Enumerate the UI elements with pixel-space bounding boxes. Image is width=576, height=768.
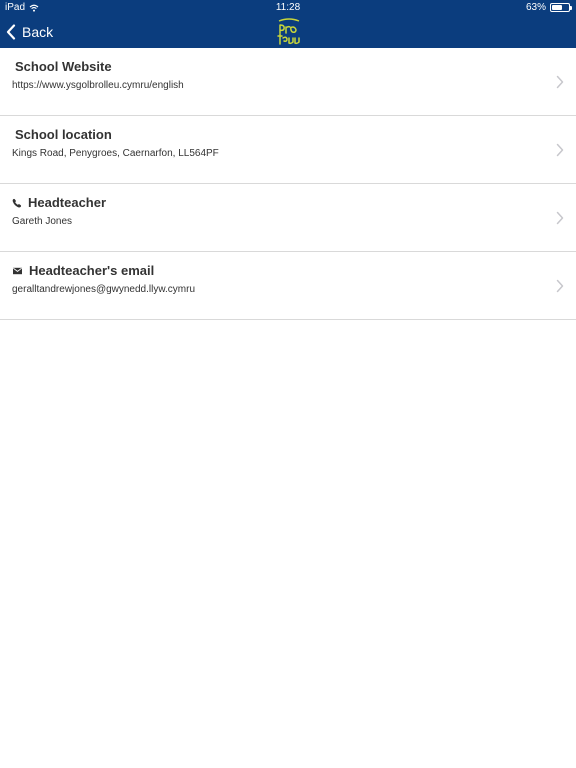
row-title: Headteacher's email — [29, 263, 155, 278]
row-title-line: School location — [12, 127, 112, 142]
row-title: School location — [15, 127, 112, 142]
row-value: Gareth Jones — [12, 216, 73, 227]
battery-percent: 63% — [525, 2, 546, 13]
row-value: geralltandrewjones@gwynedd.llyw.cymru — [12, 284, 196, 295]
back-label: Back — [22, 24, 54, 40]
row-value: Kings Road, Penygroes, Caernarfon, LL564… — [12, 148, 219, 159]
chevron-right-icon — [556, 75, 564, 89]
battery-icon — [550, 3, 572, 12]
row-value: https://www.ysgolbrolleu.cymru/english — [12, 80, 184, 91]
status-right: 63% — [525, 2, 572, 13]
chevron-right-icon — [556, 211, 564, 225]
row-title-line: School Website — [12, 59, 112, 74]
battery-fill — [552, 5, 563, 10]
school-crest-logo — [274, 17, 304, 47]
back-button[interactable]: Back — [6, 20, 53, 44]
list-item-headteacher[interactable]: Headteacher Gareth Jones — [0, 184, 576, 252]
row-title: Headteacher — [28, 195, 107, 210]
list-item-headteacher-email[interactable]: Headteacher's email geralltandrewjones@g… — [0, 252, 576, 320]
envelope-icon — [13, 267, 22, 274]
list-item-school-website[interactable]: School Website https://www.ysgolbrolleu.… — [0, 48, 576, 116]
row-title-line: Headteacher's email — [12, 263, 154, 278]
chevron-right-icon — [556, 143, 564, 157]
list-item-school-location[interactable]: School location Kings Road, Penygroes, C… — [0, 116, 576, 184]
row-title-line: Headteacher — [12, 195, 106, 210]
phone-icon — [12, 198, 22, 207]
chevron-left-icon — [6, 24, 16, 40]
status-bar: iPad 11:28 63% — [0, 0, 576, 16]
contact-list: School Website https://www.ysgolbrolleu.… — [0, 48, 576, 320]
status-time: 11:28 — [275, 2, 301, 13]
navigation-bar: Back — [0, 16, 576, 48]
row-title: School Website — [15, 59, 112, 74]
chevron-right-icon — [556, 279, 564, 293]
